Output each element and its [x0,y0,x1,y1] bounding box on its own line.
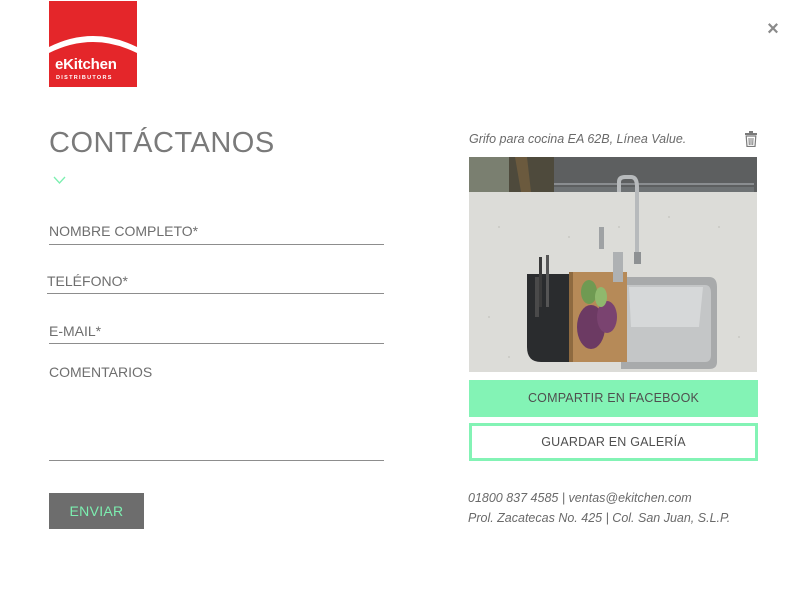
page-title: CONTÁCTANOS [49,127,275,159]
contact-modal: eKitchen DISTRIBUTORS × CONTÁCTANOS ENVI… [0,0,803,605]
product-caption: Grifo para cocina EA 62B, Línea Value. [469,132,687,146]
logo-wordmark: eKitchen [55,56,117,73]
contact-address: Prol. Zacatecas No. 425 | Col. San Juan,… [468,511,731,525]
email-input[interactable] [49,318,384,343]
name-field-wrapper [49,218,384,245]
kitchen-sink-photo [469,157,757,372]
logo-subtitle: DISTRIBUTORS [56,75,113,81]
chevron-down-icon [53,176,66,184]
trash-icon[interactable] [744,131,758,147]
ekitchen-logo: eKitchen DISTRIBUTORS [49,1,137,87]
name-input[interactable] [49,218,384,244]
phone-input[interactable] [47,268,384,293]
contact-phone-email: 01800 837 4585 | ventas@ekitchen.com [468,491,692,505]
phone-field-wrapper [47,268,384,294]
share-facebook-button[interactable]: COMPARTIR EN FACEBOOK [469,380,758,417]
comments-field-wrapper [49,362,384,461]
save-gallery-button[interactable]: GUARDAR EN GALERÍA [469,423,758,461]
email-field-wrapper [49,318,384,344]
submit-button[interactable]: ENVIAR [49,493,144,529]
product-image [469,157,757,372]
close-icon[interactable]: × [763,18,783,40]
comments-textarea[interactable] [49,362,384,458]
